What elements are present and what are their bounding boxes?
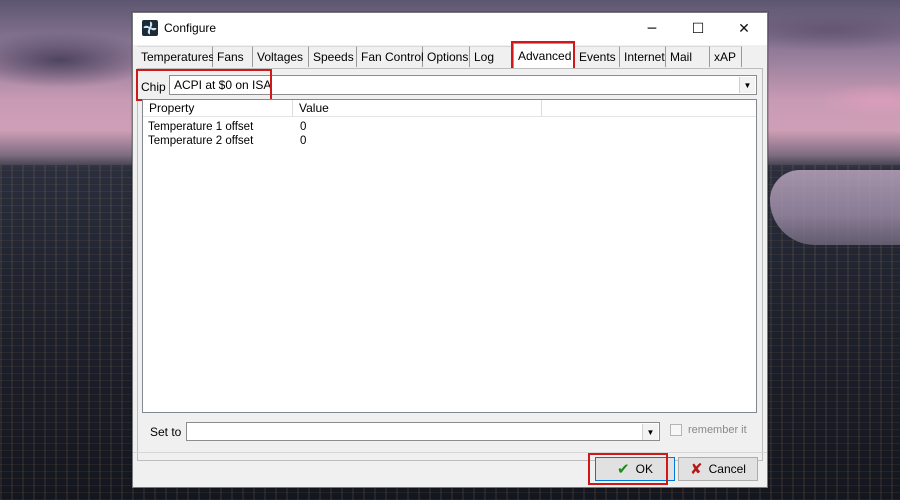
- tab-voltages[interactable]: Voltages: [253, 46, 309, 67]
- tab-temperatures[interactable]: Temperatures: [137, 46, 214, 67]
- remember-label: remember it: [688, 424, 747, 436]
- tab-events[interactable]: Events: [575, 46, 620, 67]
- divider: [133, 452, 767, 453]
- set-to-label: Set to: [150, 425, 182, 439]
- cancel-button[interactable]: ✘ Cancel: [678, 457, 758, 481]
- tab-mail[interactable]: Mail: [666, 46, 710, 67]
- title-bar[interactable]: Configure ─ ☐ ✕: [133, 13, 767, 45]
- chip-select[interactable]: ACPI at $0 on ISA ▼: [169, 75, 757, 95]
- cross-icon: ✘: [690, 460, 703, 478]
- close-button[interactable]: ✕: [721, 13, 767, 44]
- window-title: Configure: [164, 21, 217, 35]
- checkbox-icon[interactable]: [670, 424, 682, 436]
- remember-checkbox[interactable]: remember it: [670, 424, 747, 436]
- river: [770, 170, 900, 245]
- column-header-value[interactable]: Value: [293, 100, 542, 117]
- row-property: Temperature 2 offset: [148, 135, 254, 147]
- chip-value: ACPI at $0 on ISA: [174, 78, 272, 92]
- tab-fans[interactable]: Fans: [213, 46, 253, 67]
- tab-log[interactable]: Log: [470, 46, 512, 67]
- tab-options[interactable]: Options: [423, 46, 470, 67]
- tab-speeds[interactable]: Speeds: [309, 46, 357, 67]
- table-row[interactable]: Temperature 1 offset 0: [143, 121, 756, 135]
- checkmark-icon: ✔: [617, 460, 630, 478]
- chip-label: Chip: [141, 80, 166, 94]
- list-header: Property Value: [143, 100, 756, 117]
- table-row[interactable]: Temperature 2 offset 0: [143, 135, 756, 149]
- maximize-button[interactable]: ☐: [675, 13, 721, 44]
- chevron-down-icon[interactable]: ▼: [739, 77, 755, 93]
- tab-advanced[interactable]: Advanced: [513, 43, 574, 68]
- properties-list[interactable]: Property Value Temperature 1 offset 0 Te…: [142, 99, 757, 413]
- row-value: 0: [300, 121, 307, 133]
- fan-icon: [142, 20, 158, 36]
- column-header-property[interactable]: Property: [143, 100, 293, 117]
- row-property: Temperature 1 offset: [148, 121, 254, 133]
- tab-internet[interactable]: Internet: [620, 46, 666, 67]
- ok-label: OK: [635, 462, 653, 476]
- tab-fan-control[interactable]: Fan Control: [357, 46, 424, 67]
- minimize-button[interactable]: ─: [629, 13, 675, 44]
- chevron-down-icon[interactable]: ▼: [642, 424, 658, 440]
- cancel-label: Cancel: [708, 462, 746, 476]
- tab-xap[interactable]: xAP: [710, 46, 742, 67]
- configure-dialog: Configure ─ ☐ ✕ Temperatures Fans Voltag…: [132, 12, 768, 488]
- ok-button[interactable]: ✔ OK: [595, 457, 675, 481]
- tab-strip: Temperatures Fans Voltages Speeds Fan Co…: [137, 43, 763, 68]
- row-value: 0: [300, 135, 307, 147]
- set-to-combobox[interactable]: ▼: [186, 422, 660, 441]
